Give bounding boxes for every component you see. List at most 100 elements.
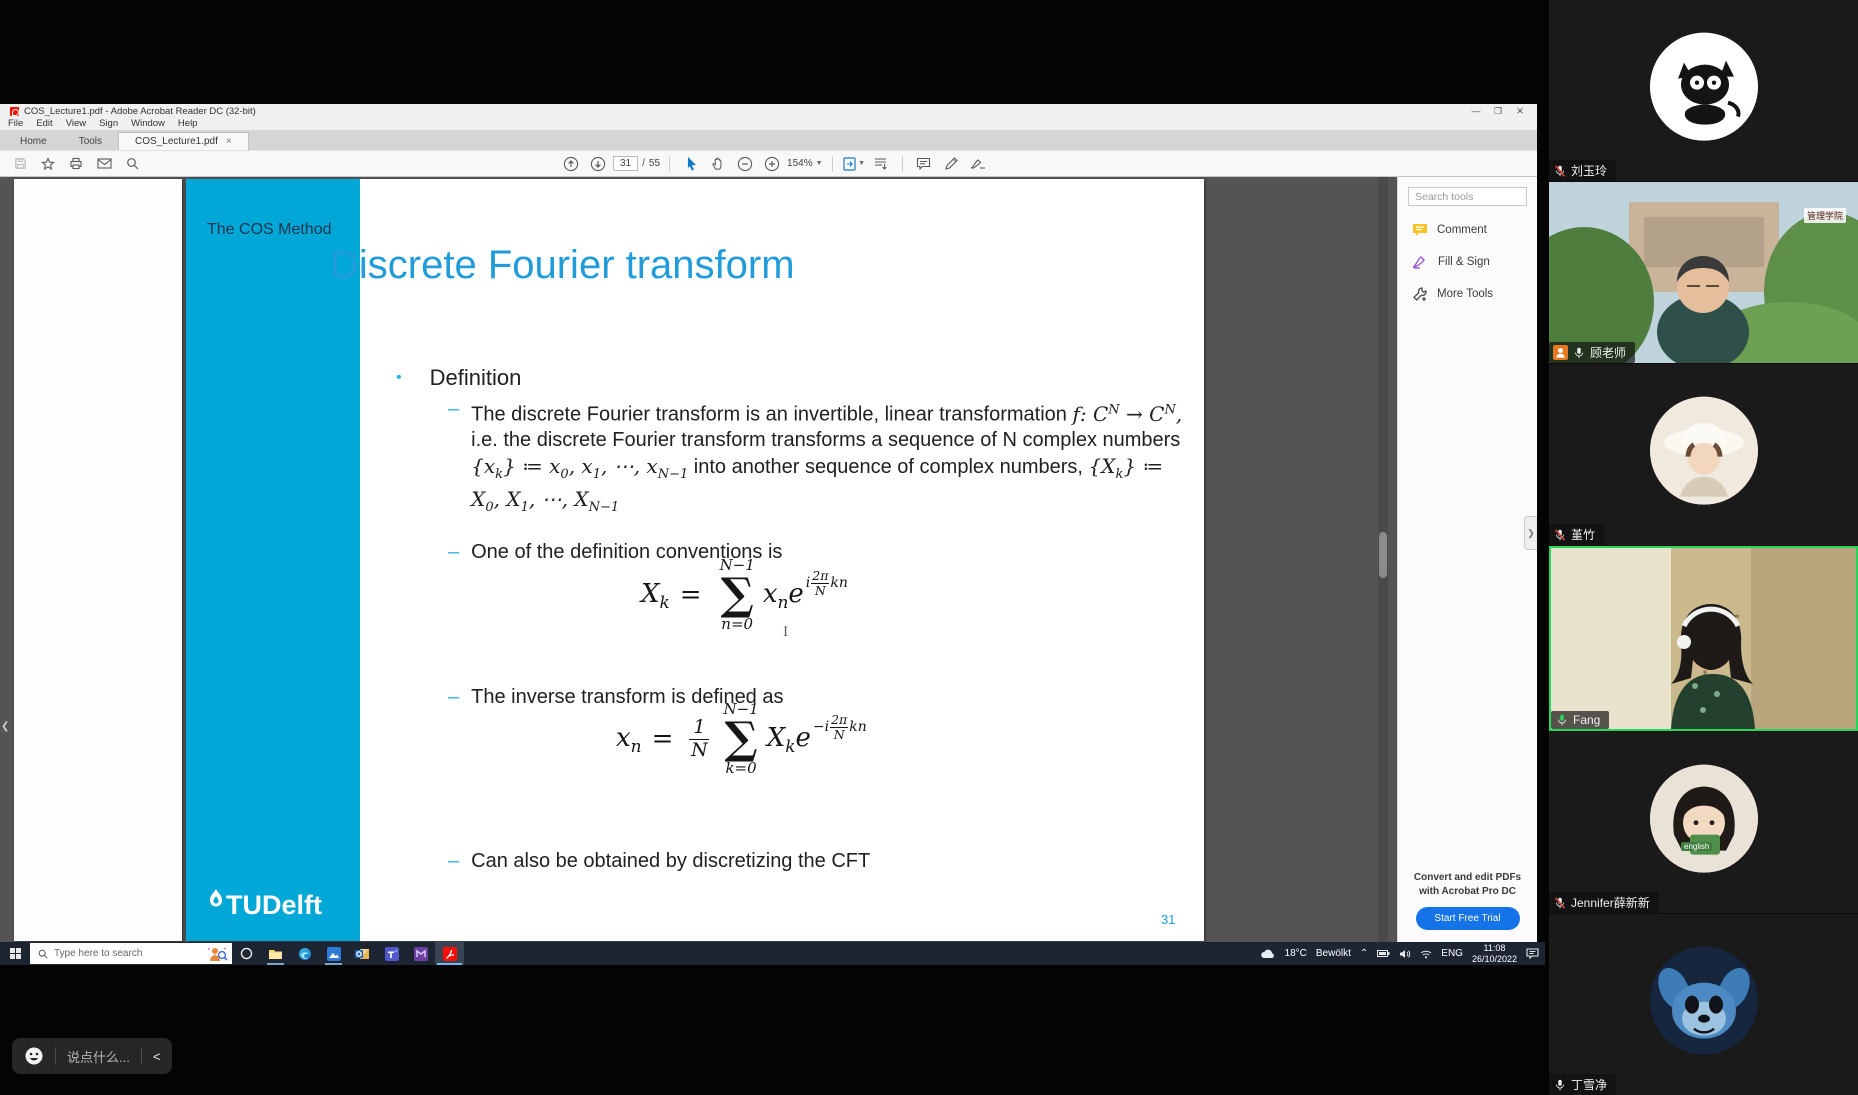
acrobat-titlebar[interactable]: COS_Lecture1.pdf - Adobe Acrobat Reader … xyxy=(0,104,1537,117)
window-title: COS_Lecture1.pdf - Adobe Acrobat Reader … xyxy=(24,106,256,117)
avatar xyxy=(1650,396,1758,504)
wrench-plus-icon xyxy=(1412,286,1428,302)
video-tile[interactable]: 堇竹 xyxy=(1549,364,1858,545)
tab-bar: Home Tools COS_Lecture1.pdf × xyxy=(0,130,1537,150)
slide-title: Discrete Fourier transform xyxy=(330,243,795,288)
dash-bullet-icon: – xyxy=(448,686,459,709)
tab-close-icon[interactable]: × xyxy=(226,136,232,147)
language-indicator[interactable]: ENG xyxy=(1441,948,1463,959)
video-tile[interactable]: english Jennifer薛新新 xyxy=(1549,732,1858,913)
start-button[interactable] xyxy=(0,942,30,965)
tab-tools[interactable]: Tools xyxy=(63,133,118,150)
system-tray: 18°C Bewölkt ⌃ ENG 11:08 26/10/2022 xyxy=(1260,942,1545,965)
search-icon[interactable] xyxy=(120,153,144,174)
network-icon[interactable] xyxy=(1420,949,1432,959)
zoom-out-icon[interactable] xyxy=(733,153,757,174)
participant-name-tag: 顾老师 xyxy=(1549,342,1635,363)
menu-file[interactable]: File xyxy=(8,118,23,129)
hand-tool-icon[interactable] xyxy=(706,153,730,174)
weather-temp[interactable]: 18°C xyxy=(1285,948,1307,959)
chat-input-placeholder[interactable]: 说点什么... xyxy=(67,1047,130,1066)
definition-paragraph: – The discrete Fourier transform is an i… xyxy=(448,397,1193,521)
menu-help[interactable]: Help xyxy=(178,118,198,129)
left-pane-collapse-icon[interactable]: ❮ xyxy=(1,721,9,732)
search-tools-input[interactable] xyxy=(1408,187,1527,206)
taskbar-app-icon[interactable] xyxy=(406,942,435,965)
taskbar-search-box[interactable]: Type here to search xyxy=(30,943,232,964)
document-scrollbar[interactable] xyxy=(1378,177,1388,942)
classroom-sign-text: 管理学院 xyxy=(1804,208,1846,223)
acrobat-app-icon xyxy=(10,107,19,116)
equals-sign: = xyxy=(652,724,674,754)
email-icon[interactable] xyxy=(92,153,116,174)
menu-view[interactable]: View xyxy=(66,118,86,129)
taskbar-photos-icon[interactable] xyxy=(319,942,348,965)
slide-sidebar-band: The COS Method TUDelft xyxy=(186,179,360,941)
video-tile[interactable]: 管理学院 顾老师 xyxy=(1549,182,1858,363)
maximize-button[interactable]: ❐ xyxy=(1487,106,1509,117)
panel-item-fill-sign[interactable]: Fill & Sign xyxy=(1408,254,1527,269)
mic-muted-icon xyxy=(1553,528,1567,542)
windows-taskbar: Type here to search 18°C Bewölkt ⌃ ENG 1… xyxy=(0,942,1545,965)
taskbar-acrobat-icon[interactable] xyxy=(435,942,464,965)
save-icon[interactable] xyxy=(8,153,32,174)
sign-tool-icon[interactable] xyxy=(966,153,990,174)
start-free-trial-button[interactable]: Start Free Trial xyxy=(1416,907,1520,930)
panel-item-more-tools[interactable]: More Tools xyxy=(1408,286,1527,302)
star-icon[interactable] xyxy=(36,153,60,174)
avatar xyxy=(1650,32,1758,140)
close-button[interactable]: ✕ xyxy=(1509,106,1531,117)
video-tile[interactable]: Fang xyxy=(1549,546,1858,731)
emoji-icon[interactable] xyxy=(24,1046,44,1066)
action-center-icon[interactable] xyxy=(1526,948,1539,959)
tools-panel-collapse-icon[interactable]: ❯ xyxy=(1524,516,1537,550)
menu-window[interactable]: Window xyxy=(131,118,165,129)
select-tool-icon[interactable] xyxy=(679,153,703,174)
document-area[interactable]: The COS Method TUDelft Discrete Fourier … xyxy=(0,177,1397,942)
minimize-button[interactable]: — xyxy=(1465,106,1487,117)
taskbar-cortana-icon[interactable] xyxy=(232,942,261,965)
battery-icon[interactable] xyxy=(1377,949,1390,958)
next-page-icon[interactable] xyxy=(586,153,610,174)
host-badge-icon xyxy=(1553,345,1568,360)
taskbar-outlook-icon[interactable] xyxy=(348,942,377,965)
clock[interactable]: 11:08 26/10/2022 xyxy=(1472,943,1517,964)
comment-tool-icon[interactable] xyxy=(912,153,936,174)
mic-muted-icon xyxy=(1553,164,1567,178)
participant-name: 堇竹 xyxy=(1571,526,1595,543)
participant-name-tag: 堇竹 xyxy=(1549,524,1604,545)
video-tile[interactable]: 刘玉玲 xyxy=(1549,0,1858,181)
panel-item-comment[interactable]: Comment xyxy=(1408,223,1527,237)
taskbar-edge-icon[interactable] xyxy=(290,942,319,965)
tab-home[interactable]: Home xyxy=(4,133,63,150)
page-fit-icon[interactable]: ▼ xyxy=(842,153,866,174)
zoom-in-icon[interactable] xyxy=(760,153,784,174)
scrollbar-thumb[interactable] xyxy=(1379,532,1387,578)
taskbar-teams-icon[interactable] xyxy=(377,942,406,965)
chevron-down-icon: ▼ xyxy=(858,160,865,167)
tray-date-value: 26/10/2022 xyxy=(1472,954,1517,964)
acrobat-window: COS_Lecture1.pdf - Adobe Acrobat Reader … xyxy=(0,104,1537,942)
pencil-tool-icon[interactable] xyxy=(939,153,963,174)
formula-body: Xke xyxy=(767,723,811,756)
menu-edit[interactable]: Edit xyxy=(36,118,52,129)
video-tile[interactable]: 丁雪净 xyxy=(1549,914,1858,1095)
tab-document[interactable]: COS_Lecture1.pdf × xyxy=(118,132,249,150)
taskbar-file-explorer-icon[interactable] xyxy=(261,942,290,965)
formula-lhs: Xk xyxy=(641,579,670,612)
menu-sign[interactable]: Sign xyxy=(99,118,118,129)
bullet-cft-label: Can also be obtained by discretizing the… xyxy=(471,850,870,873)
previous-page-icon[interactable] xyxy=(559,153,583,174)
bullet-dot-icon: • xyxy=(396,369,402,391)
scrolling-mode-icon[interactable] xyxy=(869,153,893,174)
weather-desc[interactable]: Bewölkt xyxy=(1316,948,1351,959)
anime-avatar-icon xyxy=(1650,764,1758,872)
page-current-field[interactable]: 31 xyxy=(613,156,638,171)
previous-page-edge xyxy=(14,179,182,941)
zoom-level-select[interactable]: 154% ▼ xyxy=(787,158,823,169)
speaker-icon[interactable] xyxy=(1399,949,1411,959)
chat-quick-bar[interactable]: 说点什么... < xyxy=(12,1038,172,1074)
tray-expand-icon[interactable]: ⌃ xyxy=(1360,948,1368,959)
print-icon[interactable] xyxy=(64,153,88,174)
chat-collapse-icon[interactable]: < xyxy=(153,1049,161,1064)
